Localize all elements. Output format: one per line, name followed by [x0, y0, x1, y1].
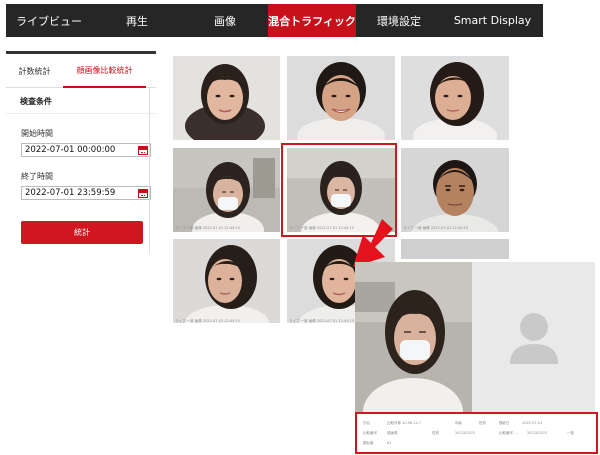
nav-live-view[interactable]: ライブビュー [6, 4, 92, 37]
end-time-input[interactable]: 2022-07-01 23:59:59 [21, 186, 151, 200]
panel-divider [149, 88, 150, 253]
tab-face-compare-stats[interactable]: 顔画像比較統計 [63, 54, 146, 88]
info-field: 比較番号 --- [499, 431, 518, 435]
face-photo [173, 239, 280, 323]
face-thumb[interactable]: ライブ 一致 画像 2022-07-01 12:45:15 [173, 148, 280, 232]
info-field: 一致 [567, 431, 574, 435]
info-field: 比較対象 10.56.12.7 [387, 421, 422, 425]
info-field: 2022/03/22 [455, 431, 476, 435]
nav-mixed-traffic[interactable]: 混合トラフィック [268, 4, 356, 37]
nav-configuration[interactable]: 環境設定 [356, 4, 442, 37]
info-field: 2022-07-01 [522, 421, 543, 425]
end-time-value: 2022-07-01 23:59:59 [25, 188, 116, 198]
nav-smart-display[interactable]: Smart Display [442, 4, 543, 37]
start-time-input[interactable]: 2022-07-01 00:00:00 [21, 143, 151, 157]
face-thumb[interactable]: ライブ 一致 画像 2022-07-01 12:45:15 [173, 239, 280, 323]
calendar-icon[interactable] [138, 189, 148, 198]
stat-tabs: 計数統計 顔画像比較統計 [6, 54, 156, 88]
tab-count-stats[interactable]: 計数統計 [6, 54, 63, 88]
face-photo [401, 148, 509, 232]
calendar-icon[interactable] [138, 146, 148, 155]
info-field: 比較番号 [363, 431, 377, 435]
person-silhouette-icon [510, 313, 558, 364]
face-photo [287, 56, 395, 140]
info-field: 性別 [432, 431, 439, 435]
thumb-caption: ライブ 一致 画像 2022-07-01 12:45:15 [289, 319, 355, 323]
info-field: 類似度 [363, 441, 374, 445]
info-field: 2022/03/22 [527, 431, 548, 435]
face-photo [173, 56, 280, 140]
info-field: 氏名 [363, 421, 370, 425]
face-thumb[interactable]: ライブ 一致 画像 2022-07-01 12:45:15 [401, 148, 509, 232]
match-info-box: 氏名 比較対象 10.56.12.7 年齢 性別 撮影日 2022-07-01 … [355, 412, 598, 454]
nav-playback[interactable]: 再生 [92, 4, 182, 37]
face-thumb[interactable] [173, 56, 280, 140]
face-photo [401, 239, 509, 259]
info-field: 年齢 [455, 421, 462, 425]
top-nav: ライブビュー 再生 画像 混合トラフィック 環境設定 Smart Display [6, 4, 543, 37]
section-title: 検査条件 [6, 88, 156, 114]
face-thumb[interactable] [287, 56, 395, 140]
app-root: { "nav": { "items": [ {"label": "ライブビュー"… [0, 0, 600, 455]
start-time-value: 2022-07-01 00:00:00 [25, 145, 116, 155]
reference-image-placeholder [472, 262, 595, 413]
statistics-button[interactable]: 統計 [21, 221, 143, 244]
info-field: 撮影日 [499, 421, 510, 425]
face-thumb[interactable] [401, 56, 509, 140]
thumb-caption: ライブ 一致 画像 2022-07-01 12:45:15 [403, 226, 469, 230]
face-photo [173, 148, 280, 232]
search-panel: 計数統計 顔画像比較統計 検査条件 開始時間 2022-07-01 00:00:… [6, 51, 156, 321]
start-time-label: 開始時間 [21, 129, 53, 138]
end-time-label: 終了時間 [21, 172, 53, 181]
thumb-caption: ライブ 一致 画像 2022-07-01 12:45:15 [175, 226, 241, 230]
detail-face-photo [355, 262, 472, 413]
info-field: 81 [387, 441, 392, 445]
info-field: 顔画像 [387, 431, 398, 435]
face-photo [401, 56, 509, 140]
thumb-caption: ライブ 一致 画像 2022-07-01 12:45:15 [175, 319, 241, 323]
info-field: 性別 [479, 421, 486, 425]
nav-image[interactable]: 画像 [182, 4, 268, 37]
